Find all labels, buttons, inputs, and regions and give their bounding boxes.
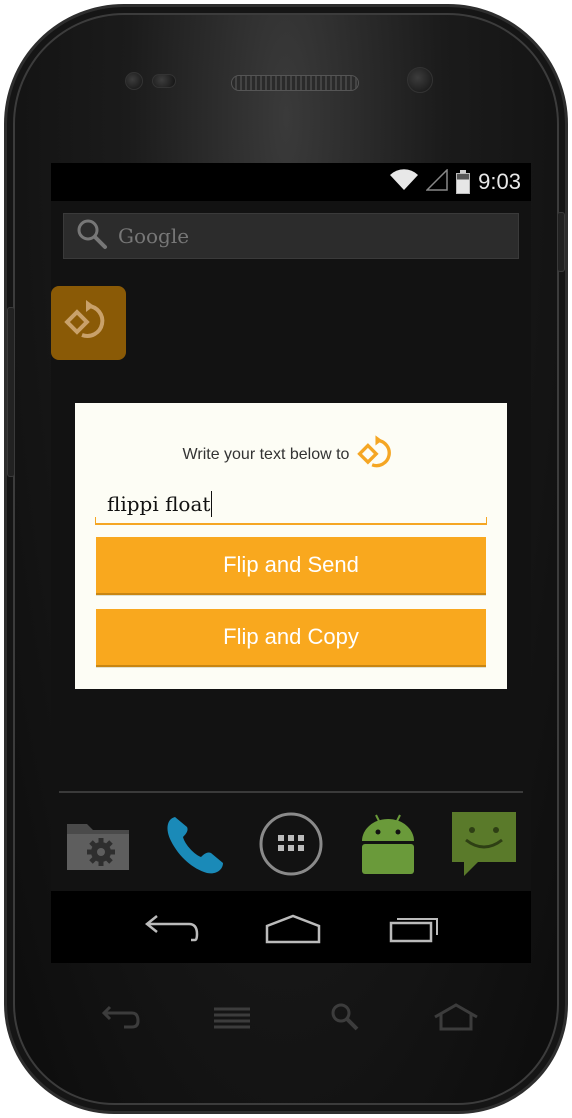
search-placeholder: Google [118,224,190,248]
flip-logo-icon [357,432,399,479]
back-icon[interactable] [141,909,201,949]
light-sensor [152,74,176,88]
status-time: 9:03 [478,169,521,194]
volume-button[interactable] [7,307,15,477]
google-search-bar[interactable]: Google [63,213,519,259]
navigation-bar [51,891,531,963]
status-bar: 9:03 [51,163,531,201]
signal-icon [425,167,448,196]
screen: 9:03 Google Write your text below to fli… [51,163,531,963]
flip-app-icon [63,296,114,351]
battery-icon [456,170,471,194]
dialog-prompt: Write your text below to [182,446,350,463]
android-icon[interactable] [353,809,423,879]
dock-divider [59,791,523,793]
back-key-icon[interactable] [97,997,147,1037]
messaging-icon[interactable] [449,809,519,879]
flip-dialog: Write your text below to flippi float Fl… [75,403,507,689]
flip-and-copy-button[interactable]: Flip and Copy [96,609,486,667]
wifi-icon [390,168,419,196]
text-input[interactable]: flippi float [95,485,487,525]
search-key-icon[interactable] [321,997,371,1037]
search-icon [76,218,108,255]
phone-frame: 9:03 Google Write your text below to fli… [4,4,568,1114]
input-value: flippi float [107,491,213,517]
earpiece-speaker [231,75,359,91]
recents-icon[interactable] [385,909,445,949]
menu-key-icon[interactable] [207,997,257,1037]
home-icon[interactable] [263,909,323,949]
front-camera [407,67,433,93]
flip-and-send-button[interactable]: Flip and Send [96,537,486,595]
home-key-icon[interactable] [431,997,481,1037]
phone-icon[interactable] [159,809,229,879]
dialog-header: Write your text below to [75,434,507,475]
power-button[interactable] [557,212,565,272]
flip-app-shortcut[interactable] [51,286,126,360]
proximity-sensor [125,72,143,90]
dock [51,803,531,889]
settings-folder-icon[interactable] [63,809,133,879]
app-drawer-icon[interactable] [256,809,326,879]
